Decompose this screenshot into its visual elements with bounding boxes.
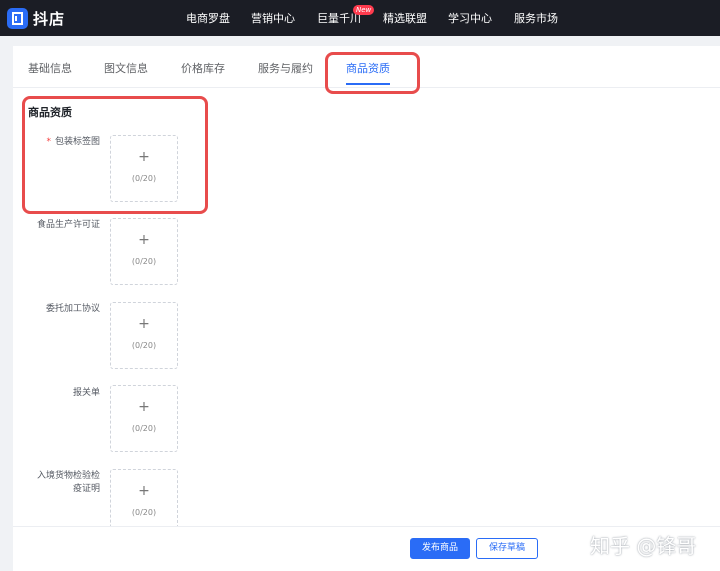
tab-highlight-box bbox=[325, 52, 420, 94]
plus-icon: + bbox=[138, 483, 150, 499]
upload-count: (0/20) bbox=[131, 508, 157, 517]
upload-count: (0/20) bbox=[131, 341, 157, 350]
nav-item-compass[interactable]: 电商罗盘 bbox=[186, 10, 230, 26]
plus-icon: + bbox=[138, 399, 150, 415]
upload-processing-agreement[interactable]: + (0/20) bbox=[110, 302, 178, 369]
tab-basic-info[interactable]: 基础信息 bbox=[28, 60, 72, 76]
required-mark: * bbox=[46, 137, 51, 147]
new-badge: New bbox=[353, 5, 375, 15]
save-draft-button[interactable]: 保存草稿 bbox=[476, 538, 538, 559]
nav-item-marketing[interactable]: 营销中心 bbox=[251, 10, 295, 26]
field-label-processing-agreement: 委托加工协议 bbox=[45, 304, 100, 314]
top-navigation-bar: 抖店 电商罗盘 营销中心 巨量千川 New 精选联盟 学习中心 服务市场 bbox=[0, 0, 720, 36]
tab-price-stock[interactable]: 价格库存 bbox=[181, 60, 225, 76]
nav-item-alliance[interactable]: 精选联盟 bbox=[383, 10, 427, 26]
section-title: 商品资质 bbox=[28, 106, 72, 119]
plus-icon: + bbox=[138, 149, 150, 165]
upload-food-license[interactable]: + (0/20) bbox=[110, 218, 178, 285]
nav-item-learning[interactable]: 学习中心 bbox=[448, 10, 492, 26]
upload-count: (0/20) bbox=[131, 424, 157, 433]
watermark: 知乎 @锋哥 bbox=[590, 534, 697, 558]
logo-text: 抖店 bbox=[33, 9, 66, 28]
field-label-packaging-label: * 包装标签图 bbox=[46, 137, 100, 147]
tab-graphic-info[interactable]: 图文信息 bbox=[104, 60, 148, 76]
tab-service-fulfillment[interactable]: 服务与履约 bbox=[258, 60, 313, 76]
plus-icon: + bbox=[138, 316, 150, 332]
plus-icon: + bbox=[138, 232, 150, 248]
field-label-inspection-certificate: 入境货物检验检 疫证明 bbox=[36, 471, 100, 494]
field-label-customs-declaration: 报关单 bbox=[72, 388, 100, 398]
upload-packaging-label[interactable]: + (0/20) bbox=[110, 135, 178, 202]
field-label-food-license: 食品生产许可证 bbox=[36, 220, 100, 230]
logo-icon bbox=[7, 7, 28, 29]
app-logo[interactable]: 抖店 bbox=[7, 7, 65, 29]
upload-count: (0/20) bbox=[131, 257, 157, 266]
publish-button[interactable]: 发布商品 bbox=[410, 538, 470, 559]
upload-customs-declaration[interactable]: + (0/20) bbox=[110, 385, 178, 452]
upload-count: (0/20) bbox=[131, 174, 157, 183]
nav-item-service-market[interactable]: 服务市场 bbox=[514, 10, 558, 26]
